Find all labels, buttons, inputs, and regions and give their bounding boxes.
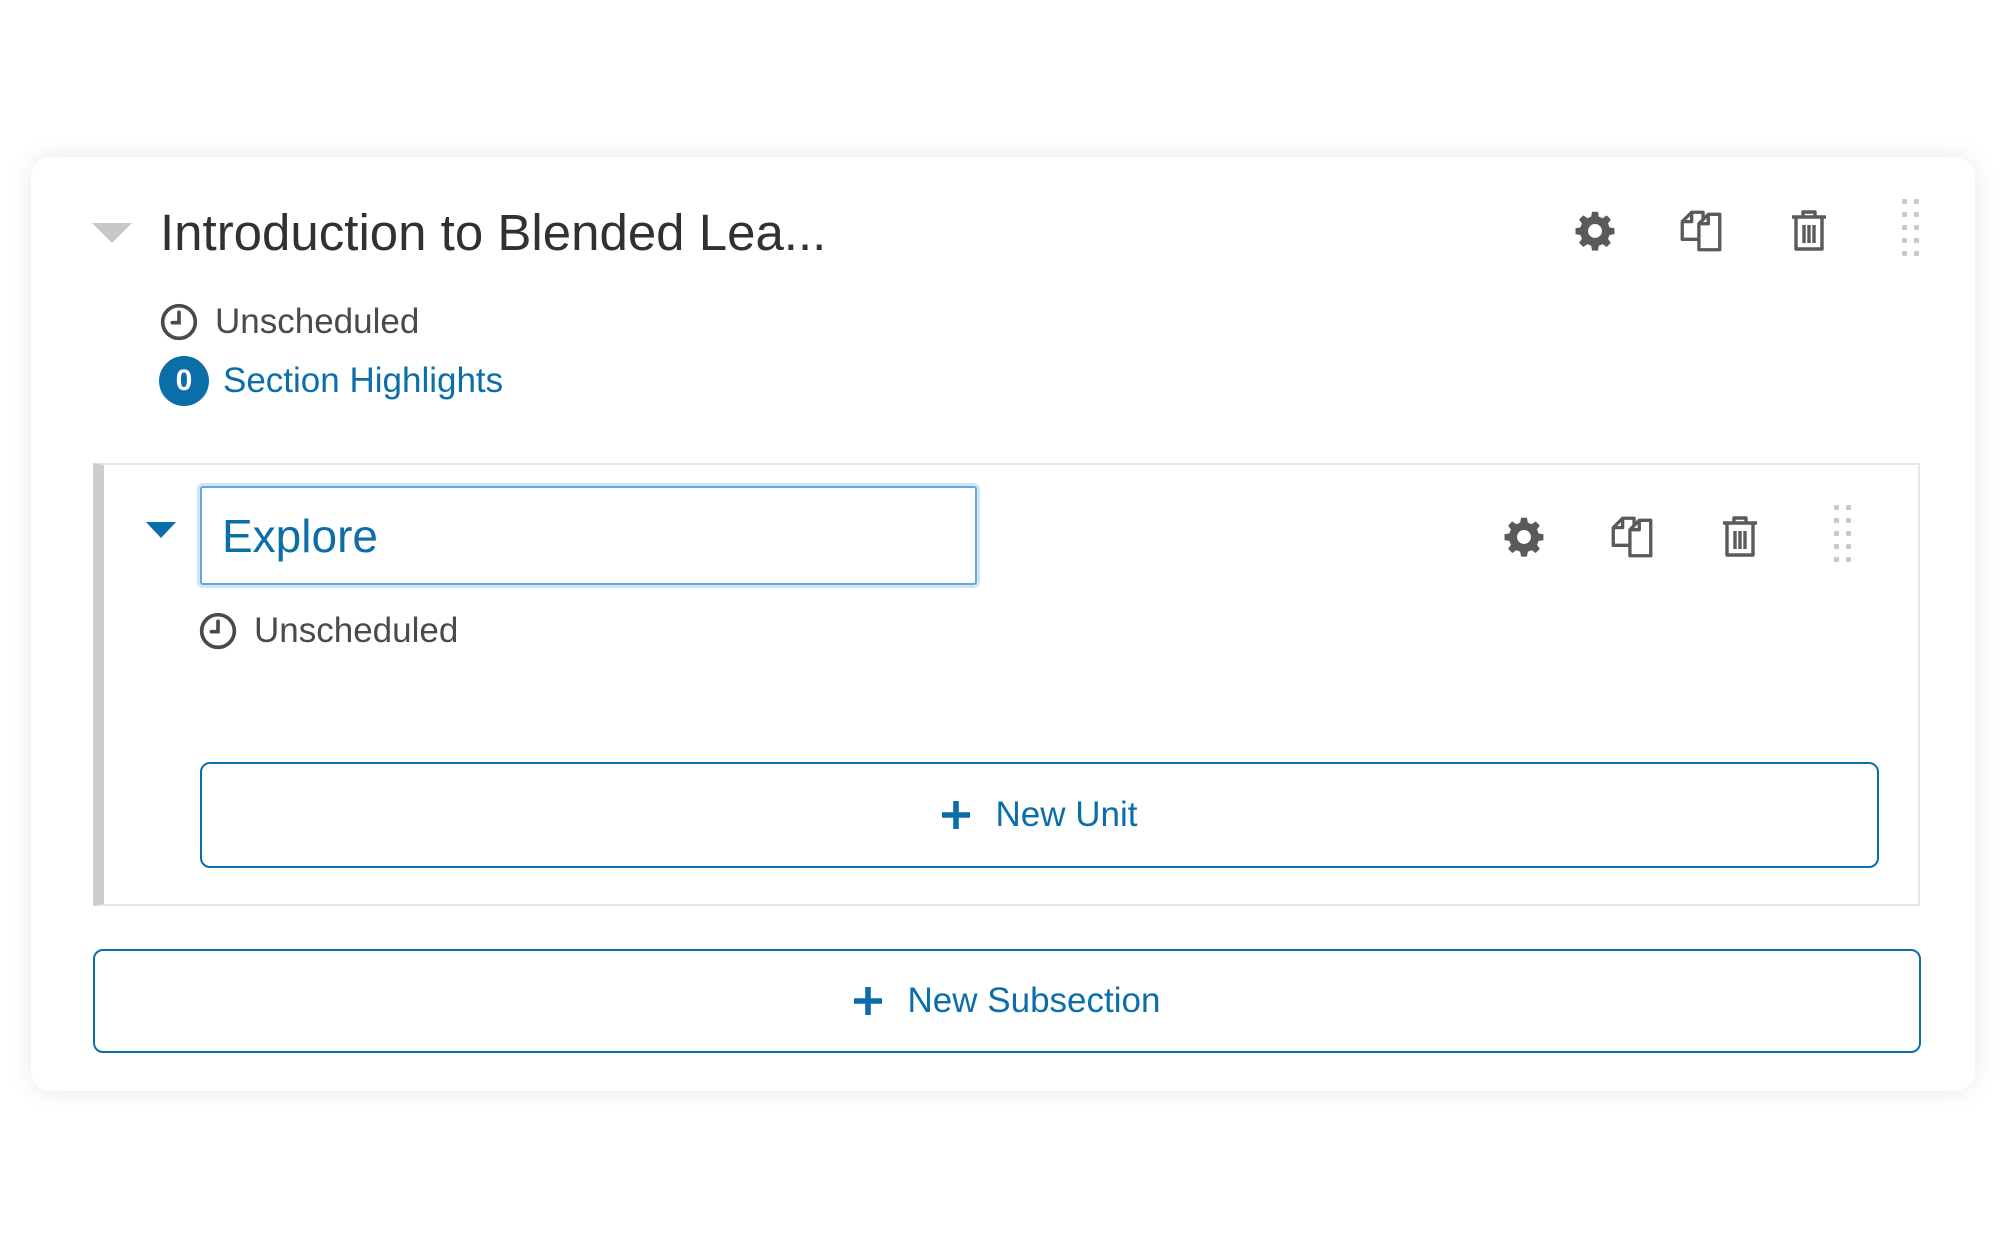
section-status: Unscheduled [159,302,419,342]
plus-icon [853,987,882,1015]
page: Introduction to Blended Lea... Unschedul… [0,0,2000,1250]
subsection-collapse-chevron-icon[interactable] [146,522,176,538]
subsection-duplicate-button[interactable] [1604,509,1660,565]
section-delete-button[interactable] [1781,203,1837,259]
gear-icon [1575,211,1615,251]
subsection-settings-button[interactable] [1496,509,1552,565]
plus-icon [941,801,970,829]
subsection-status: Unscheduled [198,611,458,651]
duplicate-icon [1611,516,1653,558]
section-collapse-chevron-icon[interactable] [92,223,132,243]
new-subsection-button[interactable]: New Subsection [93,949,1921,1053]
highlights-count-badge: 0 [159,356,209,406]
new-unit-label: New Unit [995,795,1138,834]
subsection-status-label: Unscheduled [254,611,459,650]
gear-icon [1504,517,1544,557]
section-status-label: Unscheduled [215,302,420,341]
section-settings-button[interactable] [1567,203,1623,259]
clock-icon [199,612,237,650]
section-duplicate-button[interactable] [1673,203,1729,259]
section-drag-handle-icon[interactable] [1902,199,1924,265]
subsection-delete-button[interactable] [1712,509,1768,565]
trash-icon [1723,516,1757,557]
duplicate-icon [1680,210,1722,252]
subsection-name-input[interactable] [200,486,977,585]
section-highlights-label: Section Highlights [223,361,504,400]
new-subsection-label: New Subsection [907,981,1161,1020]
trash-icon [1792,210,1826,251]
section-title[interactable]: Introduction to Blended Lea... [160,200,826,266]
section-highlights-link[interactable]: 0 Section Highlights [159,356,503,406]
subsection-drag-handle-icon[interactable] [1834,505,1856,571]
new-unit-button[interactable]: New Unit [200,762,1879,868]
clock-icon [160,303,198,341]
